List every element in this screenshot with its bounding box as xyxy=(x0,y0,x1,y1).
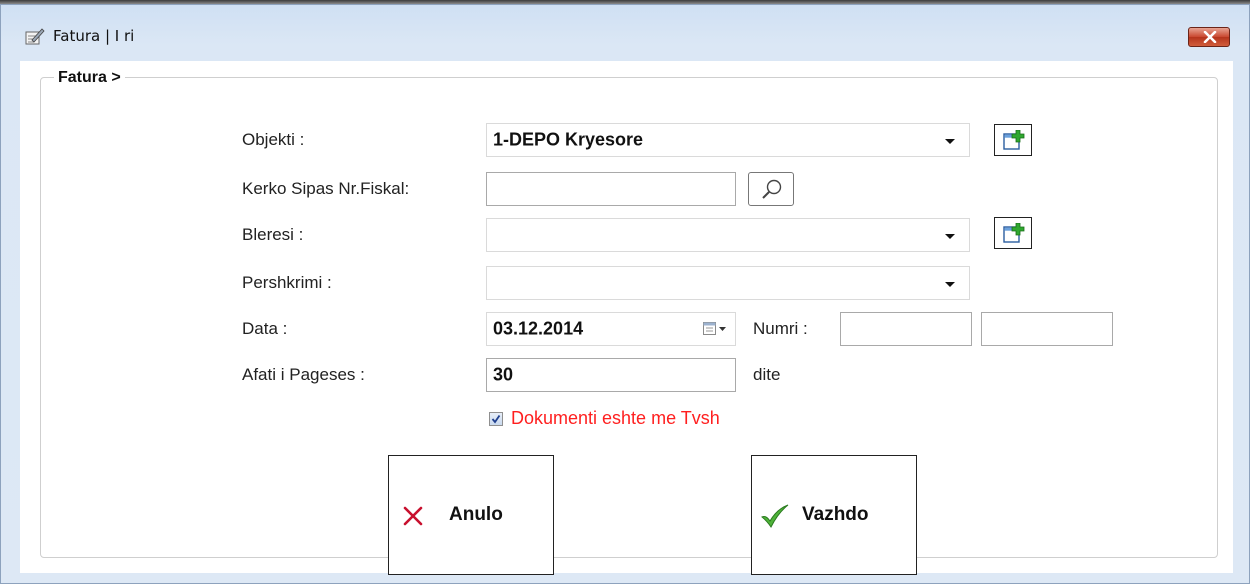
tvsh-checkbox[interactable] xyxy=(489,412,503,426)
calendar-icon[interactable] xyxy=(703,322,727,341)
numri-label: Numri : xyxy=(753,319,808,338)
fiscal-number-input[interactable] xyxy=(486,172,736,206)
payment-term-value: 30 xyxy=(493,364,514,385)
close-button[interactable] xyxy=(1188,27,1230,47)
bleresi-label: Bleresi : xyxy=(242,225,304,244)
days-unit-label: dite xyxy=(753,365,781,384)
add-objekti-button[interactable] xyxy=(994,124,1032,156)
checkmark-icon xyxy=(761,504,789,528)
afati-label: Afati i Pageses : xyxy=(242,365,365,384)
checkmark-icon xyxy=(491,414,501,424)
add-new-icon xyxy=(1003,130,1025,150)
continue-label: Vazhdo xyxy=(802,504,869,525)
group-title: Fatura > xyxy=(54,69,125,87)
pershkrimi-dropdown[interactable] xyxy=(486,266,970,300)
dialog-content: Fatura > Objekti : 1-DEPO Kryesore Kerko… xyxy=(20,61,1233,575)
window-title: Fatura | I ri xyxy=(53,27,135,45)
objekti-value: 1-DEPO Kryesore xyxy=(493,129,644,150)
search-button[interactable] xyxy=(748,172,794,206)
continue-button[interactable]: Vazhdo xyxy=(751,455,917,575)
dialog-window: Fatura | I ri Fatura > Objekti : 1-DEPO … xyxy=(0,4,1250,584)
objekti-label: Objekti : xyxy=(242,130,305,149)
chevron-down-icon xyxy=(945,234,955,239)
pershkrimi-label: Pershkrimi : xyxy=(242,273,332,292)
close-icon xyxy=(1203,31,1217,43)
add-new-icon xyxy=(1003,223,1025,243)
cancel-button[interactable]: Anulo xyxy=(388,455,554,575)
add-bleresi-button[interactable] xyxy=(994,217,1032,249)
chevron-down-icon xyxy=(945,139,955,144)
date-picker[interactable]: 03.12.2014 xyxy=(486,312,736,346)
tvsh-label[interactable]: Dokumenti eshte me Tvsh xyxy=(511,408,720,429)
numri-input-1[interactable] xyxy=(840,312,972,346)
numri-input-2[interactable] xyxy=(981,312,1113,346)
edit-document-icon xyxy=(25,27,45,45)
bleresi-dropdown[interactable] xyxy=(486,218,970,252)
date-value: 03.12.2014 xyxy=(493,318,584,339)
chevron-down-icon xyxy=(945,282,955,287)
objekti-dropdown[interactable]: 1-DEPO Kryesore xyxy=(486,123,970,157)
magnifier-icon xyxy=(762,179,782,199)
data-label: Data : xyxy=(242,319,288,338)
kerko-label: Kerko Sipas Nr.Fiskal: xyxy=(242,179,410,198)
cancel-label: Anulo xyxy=(449,504,503,525)
x-icon xyxy=(403,506,423,526)
payment-term-input[interactable]: 30 xyxy=(486,358,736,392)
title-bar: Fatura | I ri xyxy=(1,5,1249,63)
